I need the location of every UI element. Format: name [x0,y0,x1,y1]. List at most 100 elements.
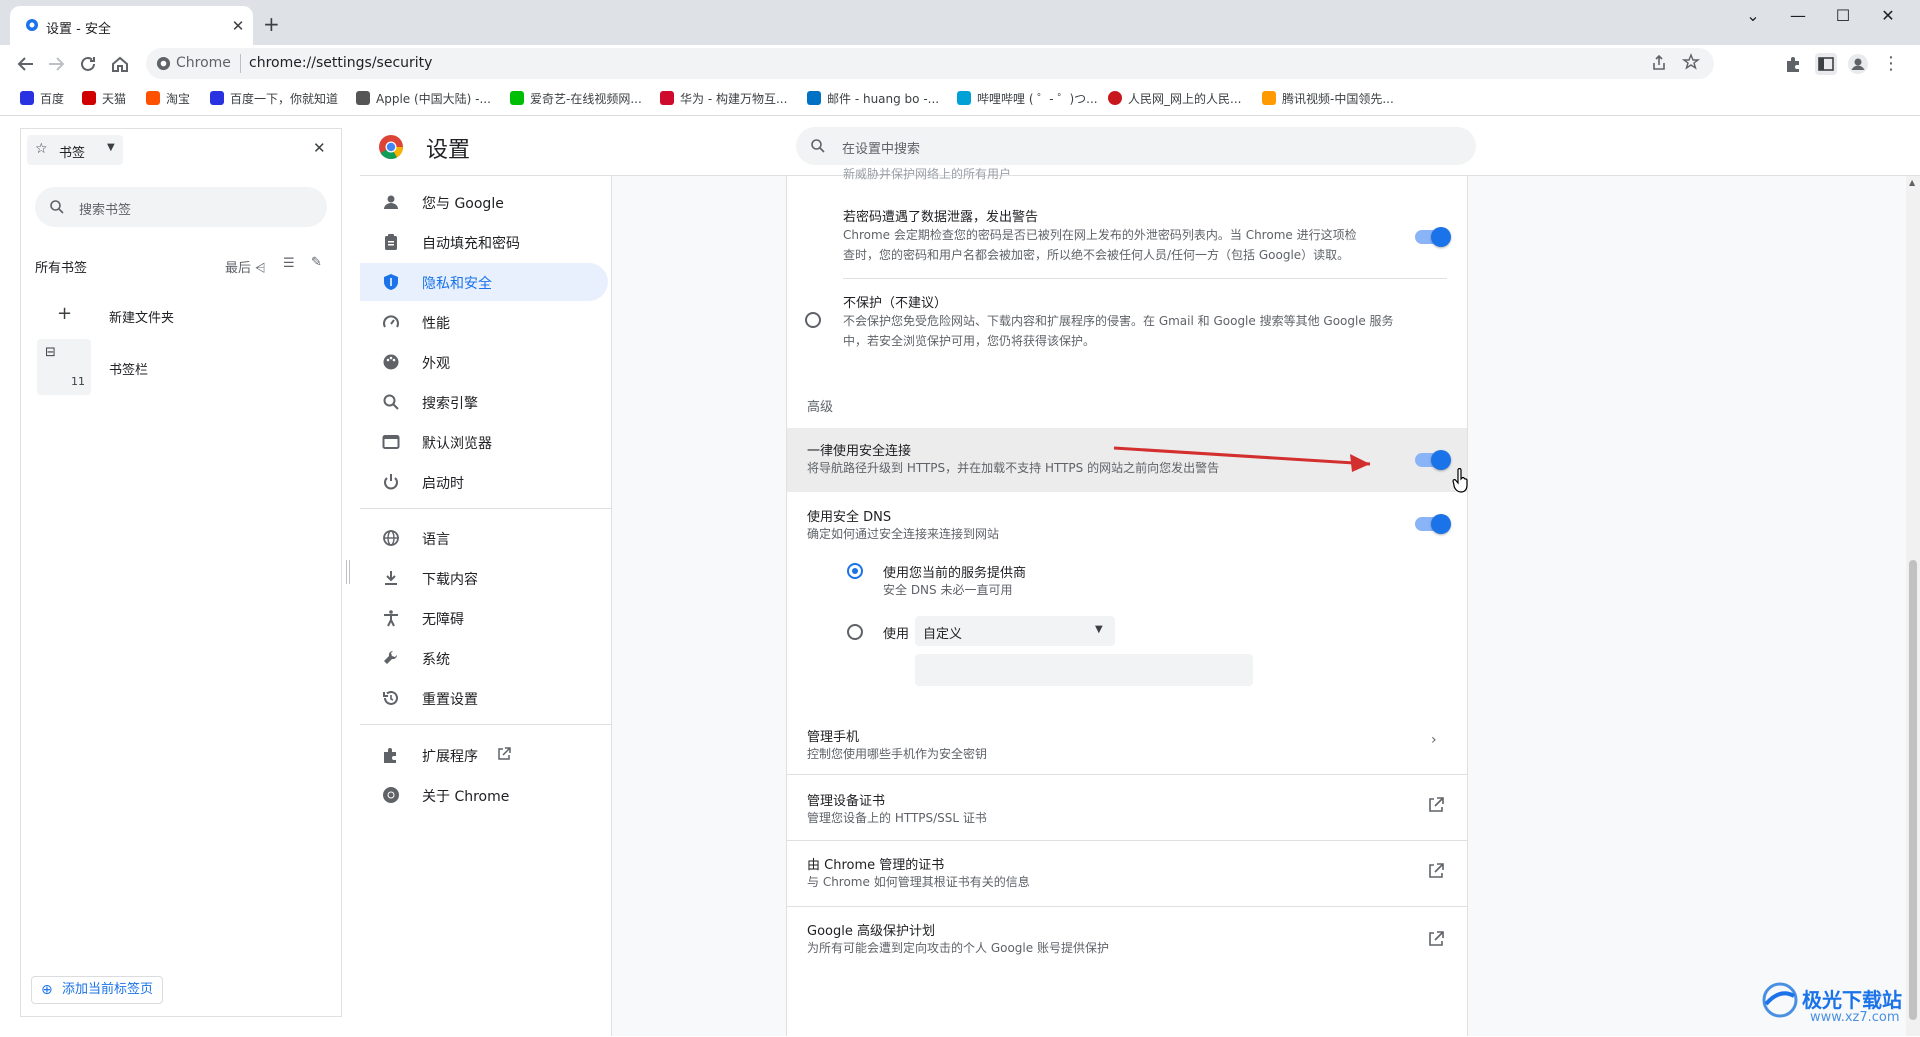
wrench-icon [382,649,400,667]
bookmark-item[interactable]: 邮件 - huang bo -... [807,90,939,108]
row-divider [843,278,1447,279]
download-icon [382,569,400,587]
gear-icon [24,17,40,33]
nav-label: 您与 Google [422,196,504,212]
manage-phones-row[interactable]: 管理手机 控制您使用哪些手机作为安全密钥 › [787,716,1467,770]
share-icon[interactable] [1650,54,1668,72]
address-bar[interactable]: Chrome chrome://settings/security [146,48,1714,79]
bookmark-label: 邮件 - huang bo -... [827,92,940,106]
nav-item-privacy-security[interactable]: 隐私和安全 [360,263,608,301]
sort-label: 最后 [225,261,252,276]
edit-icon[interactable]: ✎ [311,255,322,270]
page-title: 设置 [426,138,471,163]
menu-icon[interactable]: ⋮ [1882,53,1900,74]
nav-label: 启动时 [422,476,464,492]
bookmark-search-input[interactable]: 搜索书签 [35,187,327,227]
bookmark-item[interactable]: 华为 - 构建万物互... [660,90,787,108]
leak-warning-toggle[interactable] [1415,227,1451,247]
maximize-button[interactable]: ☐ [1823,4,1863,28]
row-divider [787,906,1467,907]
dns-custom-input[interactable] [915,654,1253,686]
bookmark-item[interactable]: 爱奇艺-在线视频网... [510,90,642,108]
nav-label: 默认浏览器 [422,436,492,452]
chevron-right-icon: › [1431,732,1437,748]
nav-item-about-chrome[interactable]: 关于 Chrome [360,776,608,814]
nav-item-accessibility[interactable]: 无障碍 [360,599,608,637]
tab-close-icon[interactable]: ✕ [228,16,248,36]
advanced-protection-row[interactable]: Google 高级保护计划 为所有可能会遭到定向攻击的个人 Google 账号提… [787,908,1467,972]
active-tab[interactable]: 设置 - 安全 ✕ [10,6,253,45]
nav-item-languages[interactable]: 语言 [360,519,608,557]
reload-icon[interactable] [76,52,100,76]
puzzle-icon[interactable] [1784,55,1802,73]
https-only-toggle[interactable] [1415,450,1451,470]
dns-current-provider-radio[interactable] [847,563,863,579]
nav-item-reset[interactable]: 重置设置 [360,679,608,717]
nav-item-extensions[interactable]: 扩展程序 [360,736,608,774]
sort-button[interactable]: 最后 ⩤ [225,257,266,276]
bookmark-item[interactable]: 腾讯视频-中国领先... [1262,90,1394,108]
nav-label: 自动填充和密码 [422,236,520,252]
settings-header: 设置 在设置中搜索 [360,118,1920,176]
bookmark-label: 百度 [40,92,65,106]
bookmark-label: 淘宝 [166,92,191,106]
scrollbar-thumb[interactable] [1909,560,1917,1020]
device-certs-row[interactable]: 管理设备证书 管理您设备上的 HTTPS/SSL 证书 [787,776,1467,840]
bookmark-label: 爱奇艺-在线视频网... [530,92,642,106]
avatar[interactable] [1847,53,1869,75]
row-divider [787,840,1467,841]
url-text[interactable]: chrome://settings/security [249,55,432,71]
panel-resize-handle[interactable] [346,560,350,584]
watermark-url: www.xz7.com [1810,1010,1900,1025]
new-tab-button[interactable]: + [263,14,280,34]
minimize-button[interactable]: — [1778,4,1818,28]
bookmark-item[interactable]: 哔哩哔哩 ( ゜- ゜)つ... [957,90,1098,108]
toolbar: Chrome chrome://settings/security ⋮ [0,45,1920,82]
bookmarks-bar-folder[interactable]: ⊟ 11 书签栏 [35,339,325,399]
nav-label: 性能 [422,316,450,332]
close-panel-icon[interactable]: ✕ [313,139,326,157]
nav-item-performance[interactable]: 性能 [360,303,608,341]
bookmark-item[interactable]: 百度 [20,90,64,108]
bookmark-item[interactable]: 天猫 [82,90,126,108]
add-current-tab-label: 添加当前标签页 [62,982,154,997]
home-icon[interactable] [108,52,132,76]
bookmark-item[interactable]: 淘宝 [146,90,190,108]
nav-item-autofill[interactable]: 自动填充和密码 [360,223,608,261]
nav-item-appearance[interactable]: 外观 [360,343,608,381]
close-window-button[interactable]: ✕ [1868,4,1908,28]
nav-item-default-browser[interactable]: 默认浏览器 [360,423,608,461]
back-arrow-icon[interactable] [14,52,38,76]
nav-item-downloads[interactable]: 下载内容 [360,559,608,597]
bookmark-item[interactable]: Apple (中国大陆) -... [356,90,491,108]
dns-provider-select[interactable]: 自定义 ▼ [915,616,1115,646]
nav-item-you-and-google[interactable]: 您与 Google [360,183,608,221]
leak-warning-desc: 查时，您的密码和用户名都会被加密，所以绝不会被任何人员/任何一方（包括 Goog… [843,248,1350,262]
bookmarks-bar: 百度 天猫 淘宝 百度一下，你就知道 Apple (中国大陆) -... 爱奇艺… [0,82,1920,116]
dns-current-provider-desc: 安全 DNS 未必一直可用 [883,583,1013,597]
chrome-certs-row[interactable]: 由 Chrome 管理的证书 与 Chrome 如何管理其根证书有关的信息 [787,842,1467,906]
star-icon[interactable] [1682,53,1700,71]
settings-search-input[interactable]: 在设置中搜索 [796,127,1476,165]
nav-item-system[interactable]: 系统 [360,639,608,677]
list-view-icon[interactable]: ☰ [283,256,295,271]
bookmark-item[interactable]: 人民网_网上的人民... [1108,90,1241,108]
side-panel-icon[interactable] [1815,53,1837,75]
nav-label: 扩展程序 [422,749,478,765]
nav-item-on-startup[interactable]: 启动时 [360,463,608,501]
no-protection-radio[interactable] [805,312,821,328]
forward-arrow-icon[interactable] [44,52,68,76]
bookmark-item[interactable]: 百度一下，你就知道 [210,90,338,108]
secure-dns-toggle[interactable] [1415,514,1451,534]
add-current-tab-button[interactable]: ⊕ 添加当前标签页 [31,976,163,1004]
scroll-up-arrow-icon[interactable]: ▲ [1909,178,1915,187]
panel-selector[interactable]: ☆ 书签 ▼ [27,135,123,165]
dns-custom-radio[interactable] [847,624,863,640]
nav-item-search-engine[interactable]: 搜索引擎 [360,383,608,421]
speedometer-icon [382,313,400,331]
new-folder-row[interactable]: + 新建文件夹 [35,297,325,333]
secure-dns-title: 使用安全 DNS [807,510,892,525]
accessibility-icon [382,609,400,627]
chevron-down-icon[interactable]: ⌄ [1733,4,1773,28]
search-icon [49,199,65,215]
